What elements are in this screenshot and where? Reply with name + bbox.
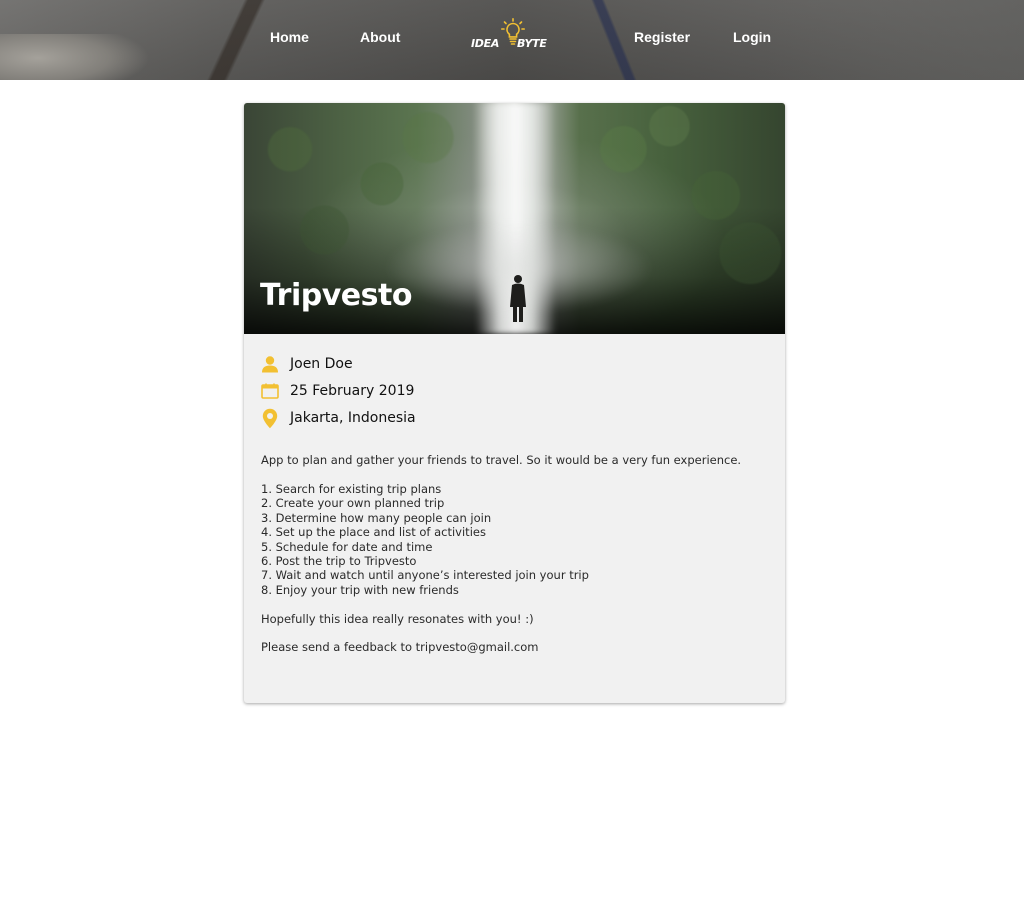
post-title: Tripvesto — [260, 278, 412, 313]
post-card: Tripvesto Joen Doe 25 February 2019 Jaka… — [244, 103, 785, 703]
nav-link-about[interactable]: About — [360, 29, 400, 45]
post-date-text: 25 February 2019 — [290, 383, 415, 399]
list-item: 5. Schedule for date and time — [261, 539, 433, 554]
list-item: 7. Wait and watch until anyone’s interes… — [261, 568, 589, 583]
navbar-background-shade — [764, 0, 1024, 80]
post-steps-list: 1. Search for existing trip plans 2. Cre… — [261, 482, 589, 597]
list-item: 6. Post the trip to Tripvesto — [261, 554, 417, 569]
logo-text-idea: IDEA — [471, 37, 500, 50]
post-location-text: Jakarta, Indonesia — [290, 410, 416, 426]
post-date: 25 February 2019 — [260, 380, 414, 402]
post-intro: App to plan and gather your friends to t… — [261, 453, 742, 467]
list-item: 8. Enjoy your trip with new friends — [261, 582, 459, 597]
post-author-name: Joen Doe — [290, 356, 353, 372]
post-feedback: Please send a feedback to tripvesto@gmai… — [261, 640, 539, 654]
post-closing: Hopefully this idea really resonates wit… — [261, 612, 534, 626]
nav-link-home[interactable]: Home — [270, 29, 309, 45]
post-author: Joen Doe — [260, 353, 353, 375]
list-item: 3. Determine how many people can join — [261, 510, 492, 525]
list-item: 1. Search for existing trip plans — [261, 482, 442, 496]
nav-link-login[interactable]: Login — [733, 29, 771, 45]
list-item: 2. Create your own planned trip — [261, 496, 445, 511]
navbar-background-decoration — [0, 34, 150, 80]
hero-image: Tripvesto — [244, 103, 785, 334]
list-item: 4. Set up the place and list of activiti… — [261, 525, 486, 540]
calendar-icon — [260, 380, 280, 402]
logo-text-byte: BYTE — [517, 37, 547, 50]
navbar: Home About IDEA BYTE Register Login — [0, 0, 1024, 80]
hero-person-silhouette — [510, 275, 526, 322]
post-location: Jakarta, Indonesia — [260, 407, 416, 429]
nav-link-register[interactable]: Register — [634, 29, 690, 45]
site-logo[interactable]: IDEA BYTE — [468, 18, 558, 54]
user-icon — [260, 353, 280, 375]
map-pin-icon — [260, 407, 280, 429]
